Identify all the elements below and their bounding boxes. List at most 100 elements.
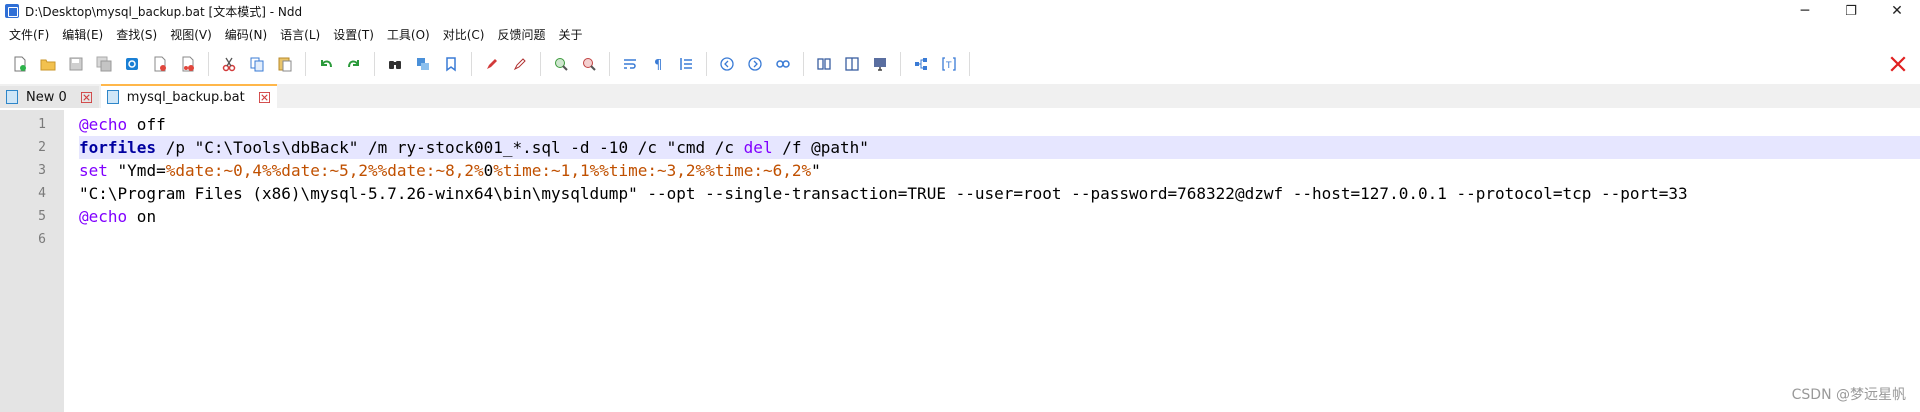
menu-language[interactable]: 语言(L) <box>275 26 325 43</box>
clear-mark-button[interactable] <box>506 52 534 76</box>
code-line-current: forfiles /p "C:\Tools\dbBack" /m ry-stoc… <box>79 136 1920 159</box>
undo-button[interactable] <box>312 52 340 76</box>
close-window-button[interactable]: ✕ <box>1874 0 1920 22</box>
code-content[interactable]: @echo off forfiles /p "C:\Tools\dbBack" … <box>79 110 1920 412</box>
toolbar-group-format: ¶ <box>610 52 707 76</box>
toolbar-group-mark <box>472 52 541 76</box>
indent-guide-button[interactable] <box>672 52 700 76</box>
toolbar-group-search <box>375 52 472 76</box>
find-button[interactable] <box>381 52 409 76</box>
tab-new-0[interactable]: New 0 <box>0 86 99 108</box>
binoculars-icon <box>389 61 401 69</box>
window-title: D:\Desktop\mysql_backup.bat [文本模式] - Ndd <box>25 4 303 19</box>
line-number-gutter: 1 2 3 4 5 6 <box>0 110 64 412</box>
file-icon <box>106 90 119 104</box>
toolbar-group-compare <box>804 52 901 76</box>
svg-text:T: T <box>945 61 952 71</box>
tab-bar: New 0 mysql_backup.bat <box>0 84 1920 108</box>
tab-close-button[interactable] <box>259 91 271 103</box>
menu-find[interactable]: 查找(S) <box>111 26 162 43</box>
redo-button[interactable] <box>340 52 368 76</box>
save-all-button[interactable] <box>90 52 118 76</box>
watermark: CSDN @梦远星帆 <box>1791 387 1906 403</box>
text-mode-button[interactable]: T <box>935 52 963 76</box>
menu-edit[interactable]: 编辑(E) <box>57 26 108 43</box>
close-file-icon <box>154 56 166 72</box>
maximize-button[interactable]: ❐ <box>1828 0 1874 22</box>
scissors-icon <box>222 57 236 72</box>
line-number: 2 <box>38 140 46 155</box>
menu-feedback[interactable]: 反馈问题 <box>492 26 550 43</box>
menu-encoding[interactable]: 编码(N) <box>220 26 272 43</box>
cut-button[interactable] <box>215 52 243 76</box>
line-number: 6 <box>38 232 46 247</box>
monitor-icon <box>874 58 886 71</box>
eraser-icon <box>513 58 526 71</box>
title-bar: D:\Desktop\mysql_backup.bat [文本模式] - Ndd… <box>0 0 1920 22</box>
mark-button[interactable] <box>478 52 506 76</box>
menu-settings[interactable]: 设置(T) <box>328 26 379 43</box>
tree-button[interactable] <box>907 52 935 76</box>
menu-view[interactable]: 视图(V) <box>165 26 217 43</box>
app-icon <box>5 4 19 18</box>
toolbar-group-zoom <box>541 52 610 76</box>
zoom-out-icon <box>583 58 596 71</box>
paste-icon <box>278 57 292 72</box>
close-all-button[interactable] <box>174 52 202 76</box>
text-bracket-icon: T <box>942 57 956 71</box>
word-wrap-icon <box>624 59 636 69</box>
show-symbols-button[interactable]: ¶ <box>644 52 672 76</box>
copy-button[interactable] <box>243 52 271 76</box>
toolbar-group-file <box>0 52 209 76</box>
replace-icon <box>417 58 429 70</box>
replace-button[interactable] <box>409 52 437 76</box>
menu-file[interactable]: 文件(F) <box>4 26 54 43</box>
bookmark-button[interactable] <box>437 52 465 76</box>
compare-files-button[interactable] <box>810 52 838 76</box>
next-button[interactable] <box>741 52 769 76</box>
window-controls: ─ ❐ ✕ <box>1782 0 1920 22</box>
save-icon <box>69 57 83 71</box>
close-document-button[interactable] <box>1886 52 1910 76</box>
minimize-button[interactable]: ─ <box>1782 0 1828 22</box>
reload-button[interactable] <box>118 52 146 76</box>
zoom-out-button[interactable] <box>575 52 603 76</box>
menu-about[interactable]: 关于 <box>553 26 587 43</box>
compare-dirs-button[interactable] <box>838 52 866 76</box>
prev-button[interactable] <box>713 52 741 76</box>
tab-label: mysql_backup.bat <box>126 89 245 105</box>
code-line: @echo on <box>79 207 157 226</box>
monitor-button[interactable] <box>866 52 894 76</box>
word-wrap-button[interactable] <box>616 52 644 76</box>
line-number: 3 <box>38 163 46 178</box>
split-view-icon <box>845 57 859 71</box>
menu-compare[interactable]: 对比(C) <box>438 26 490 43</box>
close-file-button[interactable] <box>146 52 174 76</box>
close-icon <box>1890 56 1906 72</box>
save-button[interactable] <box>62 52 90 76</box>
paste-button[interactable] <box>271 52 299 76</box>
tab-close-button[interactable] <box>81 91 93 103</box>
code-line: "C:\Program Files (x86)\mysql-5.7.26-win… <box>79 184 1688 203</box>
tab-mysql-backup[interactable]: mysql_backup.bat <box>100 84 277 108</box>
toolbar: ¶ T <box>0 47 1920 81</box>
close-all-icon <box>182 56 194 72</box>
toolbar-group-clipboard <box>209 52 306 76</box>
new-file-button[interactable] <box>6 52 34 76</box>
open-folder-icon <box>40 59 56 71</box>
bookmark-icon <box>446 57 456 72</box>
editor-area[interactable]: 1 2 3 4 5 6 @echo off forfiles /p "C:\To… <box>0 110 1920 412</box>
close-tab-icon <box>81 91 93 103</box>
zoom-in-button[interactable] <box>547 52 575 76</box>
open-file-button[interactable] <box>34 52 62 76</box>
goto-button[interactable] <box>769 52 797 76</box>
reload-icon <box>126 58 138 70</box>
chevron-right-icon <box>748 57 762 71</box>
copy-icon <box>250 57 264 72</box>
undo-icon <box>321 60 332 68</box>
indent-guide-icon <box>680 58 692 70</box>
zoom-in-icon <box>555 58 568 71</box>
menu-tools[interactable]: 工具(O) <box>382 26 435 43</box>
toolbar-group-extra: T <box>901 52 970 76</box>
code-line: @echo off <box>79 115 166 134</box>
